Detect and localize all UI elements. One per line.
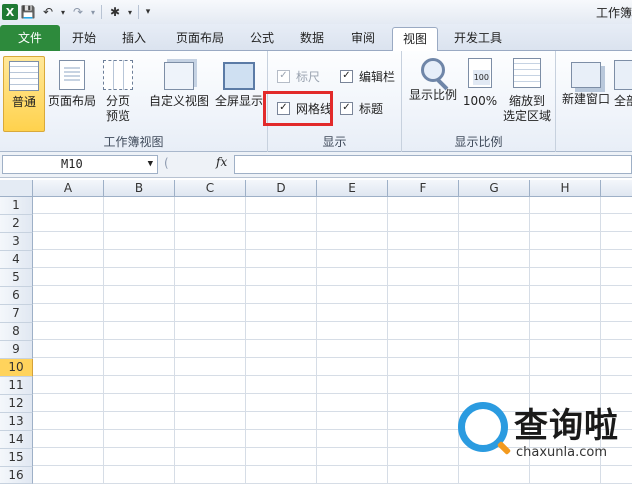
group-label: 工作簿视图: [103, 135, 164, 149]
custom-views-icon: [164, 62, 194, 90]
new-window-icon: [571, 62, 601, 88]
tab-data[interactable]: 数据: [292, 27, 332, 51]
redo-icon[interactable]: ↷: [68, 2, 88, 22]
page-break-icon: [103, 60, 133, 90]
tab-file[interactable]: 文件: [0, 25, 60, 51]
row-header-selected[interactable]: 10: [0, 359, 33, 377]
group-window: 新建窗口 全部: [556, 51, 632, 152]
qat-separator: [101, 5, 102, 19]
qat-separator: [138, 5, 139, 19]
ribbon-tabs: 文件 开始 插入 页面布局 公式 数据 审阅 视图 开发工具: [0, 24, 632, 51]
row-header[interactable]: 8: [0, 323, 33, 341]
undo-icon[interactable]: ↶: [38, 2, 58, 22]
column-header[interactable]: A: [33, 180, 104, 197]
column-header[interactable]: B: [104, 180, 175, 197]
name-box[interactable]: M10 ▼: [2, 155, 158, 174]
column-header[interactable]: [601, 180, 632, 197]
new-window-button[interactable]: 新建窗口: [560, 56, 612, 107]
tab-view[interactable]: 视图: [392, 27, 438, 51]
ruler-checkbox[interactable]: ✓ 标尺: [277, 67, 320, 85]
title-bar: X 💾 ↶ ▾ ↷ ▾ ✱ ▾ ▾ 工作簿: [0, 0, 632, 24]
formula-input[interactable]: [234, 155, 632, 174]
row-header[interactable]: 12: [0, 395, 33, 413]
group-zoom: 显示比例 100 100% 缩放到 选定区域 显示比例: [402, 51, 556, 152]
page-100-icon: 100: [468, 58, 492, 88]
column-header[interactable]: F: [388, 180, 459, 197]
arrange-all-icon: [614, 60, 632, 90]
normal-view-button[interactable]: 普通: [3, 56, 45, 132]
tools-icon[interactable]: ✱: [105, 2, 125, 22]
excel-app-icon[interactable]: X: [2, 4, 18, 20]
page-layout-view-button[interactable]: 页面布局: [46, 56, 98, 109]
row-header[interactable]: 16: [0, 467, 33, 484]
full-screen-icon: [223, 62, 255, 90]
arrange-all-button[interactable]: 全部: [614, 56, 632, 109]
zoom-100-button[interactable]: 100 100%: [462, 56, 498, 109]
row-header[interactable]: 13: [0, 413, 33, 431]
customize-qat-icon[interactable]: ▾: [142, 2, 154, 22]
magnifier-icon: [421, 58, 445, 82]
resize-handle-icon[interactable]: (: [164, 156, 173, 170]
redo-dropdown-icon[interactable]: ▾: [88, 2, 98, 22]
checkmark-icon: ✓: [340, 69, 353, 83]
column-header[interactable]: E: [317, 180, 388, 197]
insert-function-icon[interactable]: fx: [216, 155, 227, 169]
chevron-down-icon[interactable]: ▼: [148, 156, 153, 173]
watermark-domain: chaxunla.com: [516, 445, 607, 460]
row-header[interactable]: 4: [0, 251, 33, 269]
formula-controls: ( fx: [160, 155, 232, 174]
row-header[interactable]: 5: [0, 269, 33, 287]
tab-page-layout[interactable]: 页面布局: [168, 27, 232, 51]
formula-bar-checkbox[interactable]: ✓ 编辑栏: [340, 67, 395, 85]
normal-view-icon: [9, 61, 39, 91]
undo-dropdown-icon[interactable]: ▾: [58, 2, 68, 22]
tools-dropdown-icon[interactable]: ▾: [125, 2, 135, 22]
page-layout-icon: [59, 60, 85, 90]
row-header[interactable]: 9: [0, 341, 33, 359]
row-header[interactable]: 3: [0, 233, 33, 251]
row-header[interactable]: 14: [0, 431, 33, 449]
tab-insert[interactable]: 插入: [114, 27, 154, 51]
headings-checkbox[interactable]: ✓ 标题: [340, 99, 383, 117]
tab-review[interactable]: 审阅: [342, 27, 384, 51]
tab-formulas[interactable]: 公式: [242, 27, 282, 51]
group-label: 显示: [322, 135, 347, 149]
row-header[interactable]: 7: [0, 305, 33, 323]
row-header[interactable]: 2: [0, 215, 33, 233]
watermark-brand: 查询啦: [514, 406, 619, 446]
group-workbook-views: 普通 页面布局 分页 预览 自定义视图 全屏显示 工作簿视图: [0, 51, 268, 152]
column-header[interactable]: H: [530, 180, 601, 197]
select-all-corner[interactable]: [0, 180, 33, 197]
row-header[interactable]: 15: [0, 449, 33, 467]
window-title: 工作簿: [595, 6, 632, 20]
watermark-logo-icon: [458, 402, 508, 452]
checkmark-icon: ✓: [340, 101, 353, 115]
checkmark-icon: ✓: [277, 69, 290, 83]
save-icon[interactable]: 💾: [18, 2, 38, 22]
column-header[interactable]: C: [175, 180, 246, 197]
tab-developer[interactable]: 开发工具: [446, 27, 510, 51]
column-header[interactable]: D: [246, 180, 317, 197]
row-header[interactable]: 11: [0, 377, 33, 395]
tab-home[interactable]: 开始: [64, 27, 104, 51]
zoom-to-selection-button[interactable]: 缩放到 选定区域: [500, 56, 554, 124]
formula-bar: M10 ▼ ( fx: [0, 152, 632, 178]
watermark: 查询啦 chaxunla.com: [458, 398, 632, 484]
page-break-preview-button[interactable]: 分页 预览: [99, 56, 137, 124]
row-header[interactable]: 1: [0, 197, 33, 215]
zoom-button[interactable]: 显示比例: [406, 56, 460, 103]
gridlines-highlight-box: [263, 91, 333, 126]
row-header[interactable]: 6: [0, 287, 33, 305]
zoom-to-selection-icon: [513, 58, 541, 88]
group-label: 显示比例: [454, 135, 503, 149]
custom-views-button[interactable]: 自定义视图: [148, 56, 210, 109]
full-screen-button[interactable]: 全屏显示: [212, 56, 266, 109]
column-header[interactable]: G: [459, 180, 530, 197]
